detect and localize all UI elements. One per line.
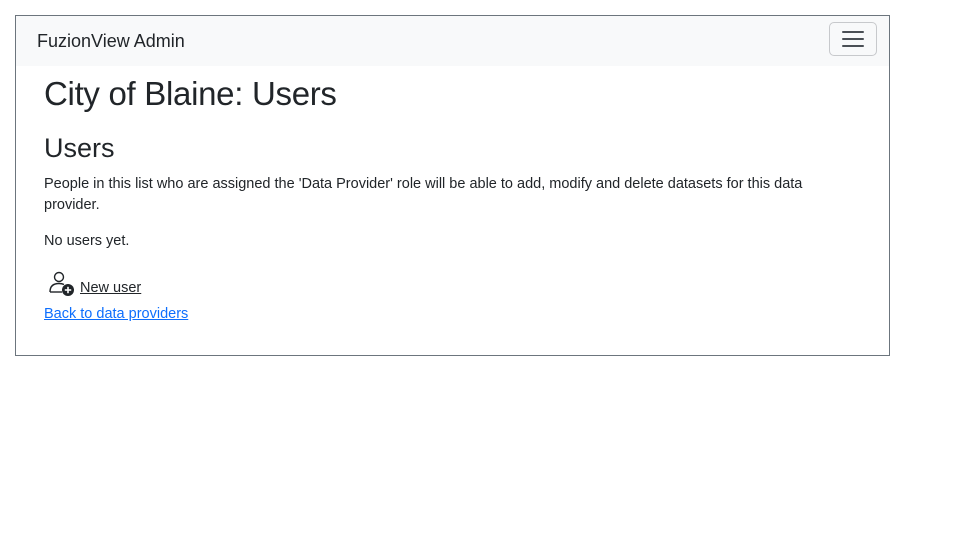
back-to-data-providers-link[interactable]: Back to data providers (44, 305, 188, 323)
new-user-row: New user (44, 268, 861, 298)
app-frame: FuzionView Admin City of Blaine: Users U… (15, 15, 890, 356)
main-content: City of Blaine: Users Users People in th… (44, 66, 861, 323)
navbar-toggle-button[interactable] (829, 22, 877, 56)
navbar: FuzionView Admin (16, 16, 889, 66)
hamburger-menu-icon (842, 31, 864, 47)
navbar-brand[interactable]: FuzionView Admin (37, 30, 185, 52)
empty-users-message: No users yet. (44, 233, 130, 249)
users-description: People in this list who are assigned the… (44, 176, 803, 213)
users-heading: Users (44, 133, 115, 163)
person-add-icon[interactable] (46, 270, 76, 298)
page-title: City of Blaine: Users (44, 75, 337, 112)
new-user-link[interactable]: New user (80, 279, 141, 298)
